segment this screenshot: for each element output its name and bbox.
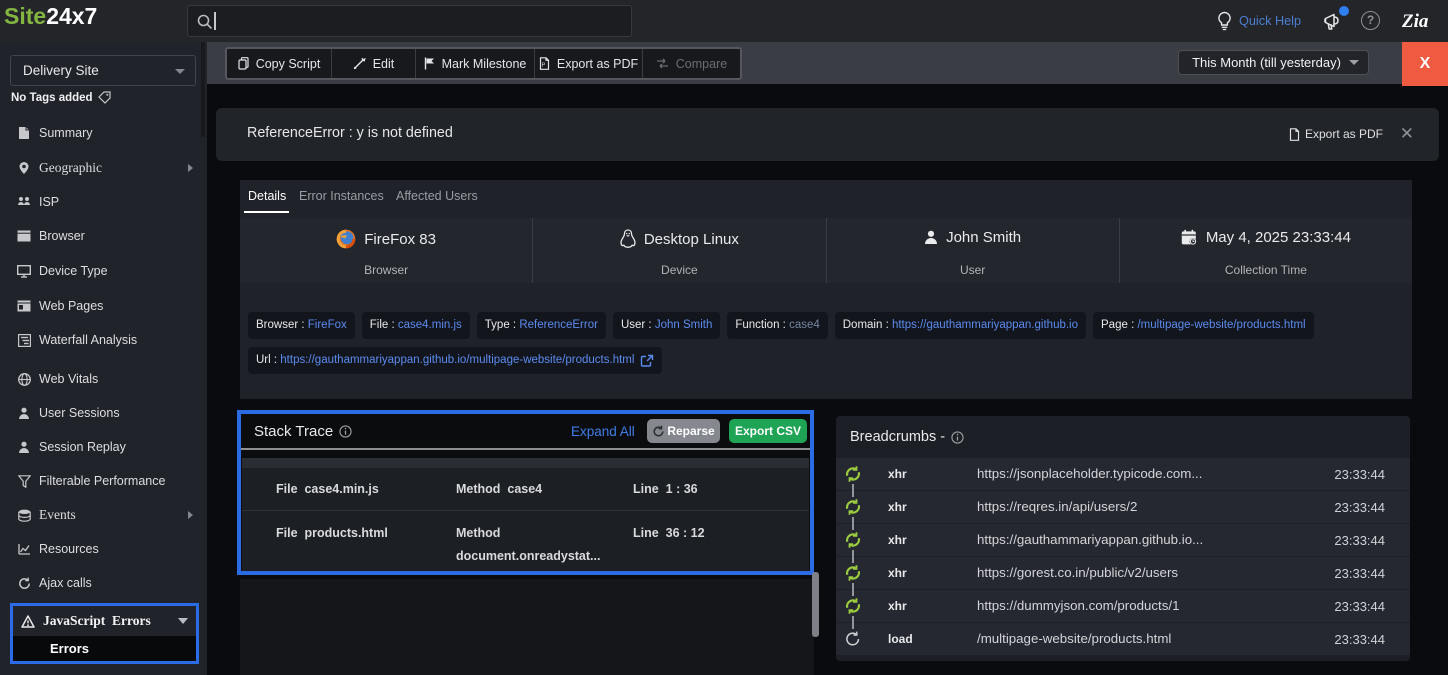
svg-text:Zia: Zia: [1402, 11, 1429, 32]
svg-text:P: P: [541, 63, 545, 69]
